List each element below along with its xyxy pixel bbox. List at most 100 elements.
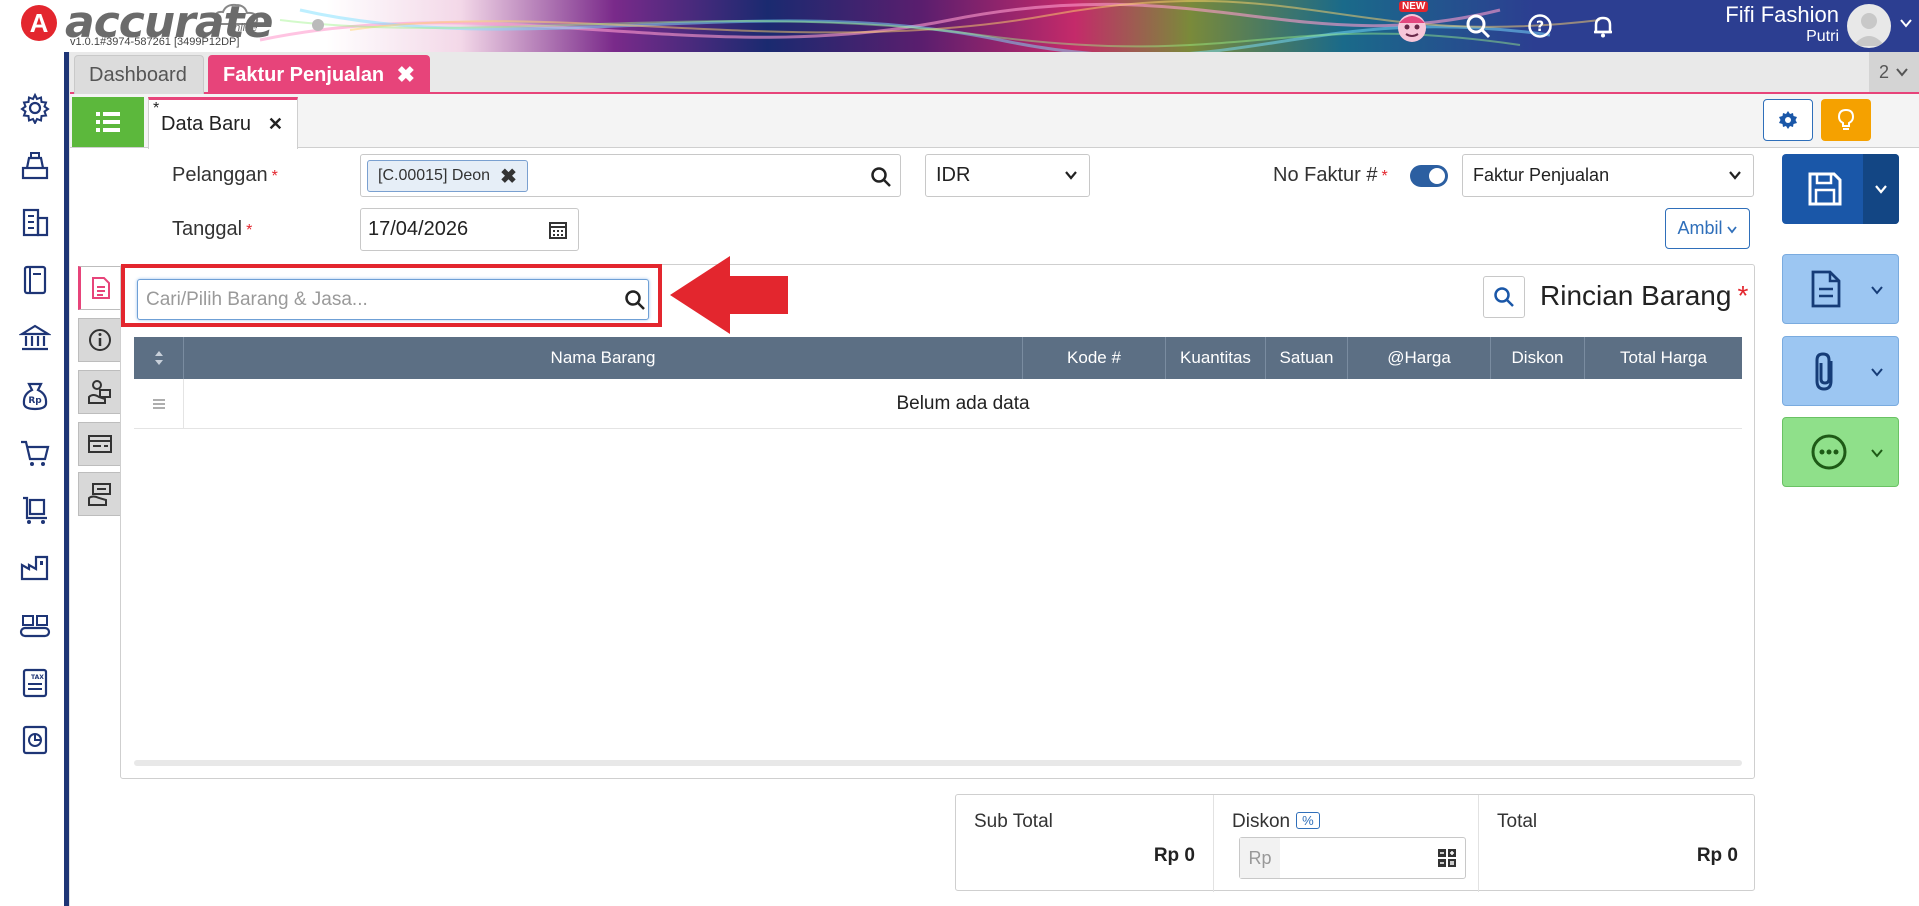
subtotal-section: Sub Total Rp 0 bbox=[956, 795, 1214, 892]
tab-dashboard[interactable]: Dashboard bbox=[74, 55, 204, 94]
open-tabs-count[interactable]: 2 bbox=[1869, 52, 1919, 92]
column-total-harga[interactable]: Total Harga bbox=[1585, 337, 1742, 379]
table-horizontal-scrollbar[interactable] bbox=[134, 760, 1742, 766]
cash-register-icon[interactable] bbox=[17, 148, 53, 184]
drag-handle-icon bbox=[152, 399, 165, 409]
search-icon[interactable] bbox=[1460, 8, 1496, 44]
column-satuan[interactable]: Satuan bbox=[1266, 337, 1348, 379]
chevron-down-icon bbox=[1871, 368, 1883, 377]
tab-payment[interactable] bbox=[78, 370, 122, 414]
more-actions-button[interactable] bbox=[1782, 417, 1899, 487]
currency-value: IDR bbox=[936, 164, 971, 186]
remove-customer-icon[interactable]: ✖ bbox=[500, 164, 517, 189]
required-mark: * bbox=[1381, 168, 1388, 185]
auto-number-toggle[interactable] bbox=[1410, 165, 1448, 187]
panel-title-text: Rincian Barang bbox=[1540, 280, 1732, 311]
close-icon[interactable]: ✕ bbox=[268, 114, 283, 135]
lightbulb-icon bbox=[1837, 108, 1855, 130]
document-button[interactable] bbox=[1782, 254, 1899, 324]
version-text: v1.0.1#3974-587261 [3499P12DP] bbox=[70, 36, 240, 48]
tanggal-label: Tanggal * bbox=[172, 218, 252, 241]
tab-shipping[interactable] bbox=[78, 422, 122, 466]
factory-icon[interactable] bbox=[17, 549, 53, 585]
new-features-icon[interactable] bbox=[1394, 8, 1430, 44]
chevron-down-icon bbox=[1871, 286, 1883, 295]
tanggal-value: 17/04/2026 bbox=[368, 218, 469, 240]
pelanggan-field[interactable]: [C.00015] Deon ✖ bbox=[360, 154, 901, 197]
tab-rincian-barang[interactable] bbox=[78, 266, 122, 310]
required-mark: * bbox=[271, 168, 278, 185]
header-wave-decoration bbox=[259, 0, 1601, 52]
column-diskon[interactable]: Diskon bbox=[1491, 337, 1585, 379]
logo-online: online bbox=[228, 22, 258, 34]
diskon-label-text: Diskon bbox=[1232, 811, 1291, 832]
payment-hand-icon bbox=[88, 380, 111, 404]
user-name[interactable]: Fifi Fashion bbox=[1725, 2, 1839, 28]
ambil-button[interactable]: Ambil bbox=[1665, 208, 1750, 249]
tax-document-icon[interactable]: TAX bbox=[17, 665, 53, 701]
pointer-arrow-icon bbox=[670, 256, 788, 334]
no-faktur-label-text: No Faktur # bbox=[1273, 164, 1378, 186]
diskon-amount-field[interactable]: Rp bbox=[1239, 837, 1466, 879]
calendar-icon[interactable] bbox=[548, 220, 568, 240]
money-hand-icon bbox=[88, 483, 111, 506]
module-tabs: Dashboard Faktur Penjualan ✖ 2 bbox=[70, 52, 1919, 94]
tab-data-baru[interactable]: * Data Baru ✕ bbox=[148, 97, 298, 149]
faktur-type-select[interactable]: Faktur Penjualan bbox=[1462, 154, 1754, 197]
table-header: Nama Barang Kode # Kuantitas Satuan @Har… bbox=[134, 337, 1742, 379]
tips-button[interactable] bbox=[1821, 99, 1871, 141]
form-settings-button[interactable] bbox=[1763, 99, 1813, 141]
chevron-down-icon bbox=[1871, 449, 1883, 458]
bank-icon[interactable] bbox=[17, 320, 53, 356]
settings-icon[interactable] bbox=[17, 90, 53, 126]
chevron-down-icon bbox=[1729, 171, 1741, 180]
accurate-logo-icon: A bbox=[21, 5, 57, 41]
help-icon[interactable]: ? bbox=[1522, 8, 1558, 44]
status-dot bbox=[312, 19, 324, 31]
paperclip-icon bbox=[1815, 352, 1833, 391]
ledger-book-icon[interactable] bbox=[17, 262, 53, 298]
conveyor-icon[interactable] bbox=[17, 607, 53, 643]
search-icon[interactable] bbox=[870, 166, 892, 188]
tanggal-field[interactable]: 17/04/2026 bbox=[360, 208, 579, 251]
inventory-trolley-icon[interactable] bbox=[17, 492, 53, 528]
save-options-button[interactable] bbox=[1863, 154, 1899, 224]
customer-chip-label: [C.00015] Deon bbox=[378, 167, 491, 184]
company-icon[interactable] bbox=[17, 204, 53, 240]
customer-chip: [C.00015] Deon ✖ bbox=[367, 160, 528, 192]
money-bag-icon[interactable]: Rp bbox=[17, 378, 53, 414]
calculator-icon[interactable] bbox=[1437, 848, 1457, 868]
chevron-down-icon bbox=[1875, 185, 1887, 194]
avatar[interactable] bbox=[1847, 4, 1891, 48]
report-chart-icon[interactable] bbox=[17, 722, 53, 758]
column-kode[interactable]: Kode # bbox=[1023, 337, 1166, 379]
panel-title: Rincian Barang * bbox=[1540, 280, 1748, 312]
column-kuantitas[interactable]: Kuantitas bbox=[1166, 337, 1266, 379]
tab-info[interactable] bbox=[78, 318, 122, 362]
svg-text:TAX: TAX bbox=[31, 674, 44, 681]
pelanggan-label-text: Pelanggan bbox=[172, 164, 268, 186]
more-options-icon bbox=[1811, 434, 1847, 470]
list-view-button[interactable] bbox=[72, 97, 144, 147]
table-search-button[interactable] bbox=[1483, 276, 1525, 318]
shopping-cart-icon[interactable] bbox=[17, 435, 53, 471]
bell-icon[interactable] bbox=[1585, 8, 1621, 44]
no-faktur-label: No Faktur # * bbox=[1273, 164, 1388, 187]
document-tabs: * Data Baru ✕ bbox=[70, 94, 1919, 149]
close-icon[interactable]: ✖ bbox=[397, 62, 415, 88]
column-harga[interactable]: @Harga bbox=[1348, 337, 1491, 379]
item-search-input[interactable] bbox=[137, 279, 649, 320]
currency-select[interactable]: IDR bbox=[925, 154, 1090, 197]
chevron-down-icon[interactable] bbox=[1899, 16, 1913, 30]
tab-faktur-penjualan[interactable]: Faktur Penjualan ✖ bbox=[208, 55, 430, 94]
search-icon[interactable] bbox=[624, 289, 646, 311]
document-list-icon bbox=[92, 277, 110, 299]
tab-cost[interactable] bbox=[78, 472, 122, 516]
attachment-button[interactable] bbox=[1782, 336, 1899, 406]
column-nama-barang[interactable]: Nama Barang bbox=[184, 337, 1023, 379]
sort-handle-column[interactable] bbox=[134, 337, 184, 379]
diskon-percent-toggle[interactable]: % bbox=[1296, 812, 1320, 829]
chevron-down-icon bbox=[1065, 171, 1077, 180]
save-button[interactable] bbox=[1782, 154, 1899, 224]
row-drag-handle[interactable] bbox=[134, 379, 184, 429]
